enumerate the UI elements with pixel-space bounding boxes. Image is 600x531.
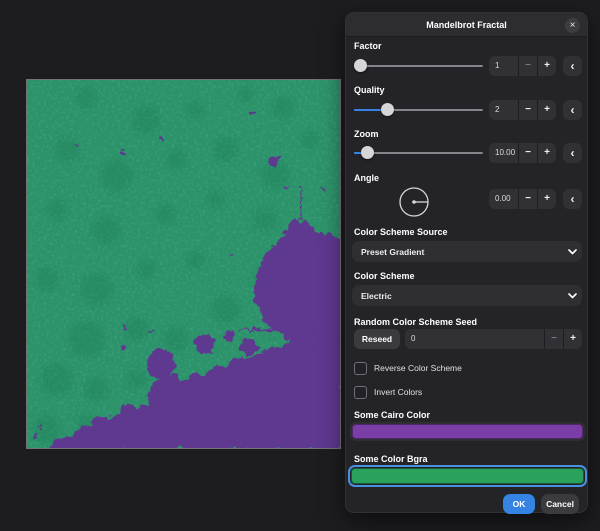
- factor-slider[interactable]: [354, 59, 483, 72]
- quality-decrement-button[interactable]: −: [518, 100, 537, 120]
- factor-value[interactable]: 1: [489, 56, 518, 76]
- slider-thumb[interactable]: [354, 59, 367, 72]
- bgra-color-label: Some Color Bgra: [354, 453, 428, 465]
- bgra-color-swatch: [351, 468, 584, 484]
- color-scheme-source-dropdown[interactable]: Preset Gradient: [352, 241, 582, 262]
- ok-button[interactable]: OK: [503, 494, 535, 514]
- dialog-header[interactable]: Mandelbrot Fractal ×: [346, 13, 587, 37]
- close-icon[interactable]: ×: [565, 18, 580, 33]
- quality-spinbox: 2 − +: [489, 100, 556, 120]
- zoom-spinbox: 10.00 − +: [489, 143, 556, 163]
- reverse-color-scheme-checkbox[interactable]: Reverse Color Scheme: [354, 362, 462, 375]
- angle-increment-button[interactable]: +: [537, 189, 556, 209]
- seed-spinbox: 0 − +: [405, 329, 582, 349]
- slider-thumb[interactable]: [381, 103, 394, 116]
- color-scheme-source-label: Color Scheme Source: [354, 226, 448, 238]
- seed-value[interactable]: 0: [405, 329, 544, 349]
- angle-expand-button[interactable]: ‹: [563, 189, 582, 209]
- zoom-decrement-button[interactable]: −: [518, 143, 537, 163]
- dialog-title: Mandelbrot Fractal: [346, 13, 587, 37]
- zoom-label: Zoom: [354, 128, 379, 140]
- color-scheme-label: Color Scheme: [354, 270, 415, 282]
- angle-dial[interactable]: [397, 185, 431, 219]
- cancel-button[interactable]: Cancel: [541, 494, 579, 514]
- factor-spinbox: 1 − +: [489, 56, 556, 76]
- invert-colors-label: Invert Colors: [374, 386, 422, 399]
- checkbox-box[interactable]: [354, 386, 367, 399]
- cairo-color-button[interactable]: [350, 422, 585, 441]
- mandelbrot-fractal-dialog: Mandelbrot Fractal × Factor 1 − + ‹ Qual…: [345, 12, 588, 513]
- chevron-down-icon: [562, 293, 582, 299]
- quality-expand-button[interactable]: ‹: [563, 100, 582, 120]
- angle-label: Angle: [354, 172, 379, 184]
- quality-slider[interactable]: [354, 103, 483, 116]
- fractal-preview[interactable]: [26, 79, 341, 449]
- angle-spinbox: 0.00 − +: [489, 189, 556, 209]
- color-scheme-value: Electric: [352, 291, 562, 301]
- slider-thumb[interactable]: [361, 146, 374, 159]
- color-scheme-dropdown[interactable]: Electric: [352, 285, 582, 306]
- chevron-down-icon: [562, 249, 582, 255]
- quality-label: Quality: [354, 84, 385, 96]
- fractal-image: [27, 80, 340, 448]
- zoom-slider[interactable]: [354, 146, 483, 159]
- random-seed-label: Random Color Scheme Seed: [354, 316, 477, 328]
- invert-colors-checkbox[interactable]: Invert Colors: [354, 386, 422, 399]
- reseed-button[interactable]: Reseed: [354, 329, 400, 349]
- color-scheme-source-value: Preset Gradient: [352, 247, 562, 257]
- angle-value[interactable]: 0.00: [489, 189, 518, 209]
- zoom-expand-button[interactable]: ‹: [563, 143, 582, 163]
- zoom-value[interactable]: 10.00: [489, 143, 518, 163]
- zoom-increment-button[interactable]: +: [537, 143, 556, 163]
- factor-decrement-button[interactable]: −: [518, 56, 537, 76]
- factor-label: Factor: [354, 40, 382, 52]
- quality-increment-button[interactable]: +: [537, 100, 556, 120]
- reverse-color-scheme-label: Reverse Color Scheme: [374, 362, 462, 375]
- angle-decrement-button[interactable]: −: [518, 189, 537, 209]
- gimp-canvas-area: Mandelbrot Fractal × Factor 1 − + ‹ Qual…: [0, 0, 600, 531]
- factor-increment-button[interactable]: +: [537, 56, 556, 76]
- seed-decrement-button[interactable]: −: [544, 329, 563, 349]
- quality-value[interactable]: 2: [489, 100, 518, 120]
- slider-track[interactable]: [354, 65, 483, 67]
- cairo-color-label: Some Cairo Color: [354, 409, 430, 421]
- seed-increment-button[interactable]: +: [563, 329, 582, 349]
- bgra-color-button[interactable]: [348, 465, 587, 487]
- cairo-color-swatch: [352, 424, 583, 439]
- checkbox-box[interactable]: [354, 362, 367, 375]
- factor-expand-button[interactable]: ‹: [563, 56, 582, 76]
